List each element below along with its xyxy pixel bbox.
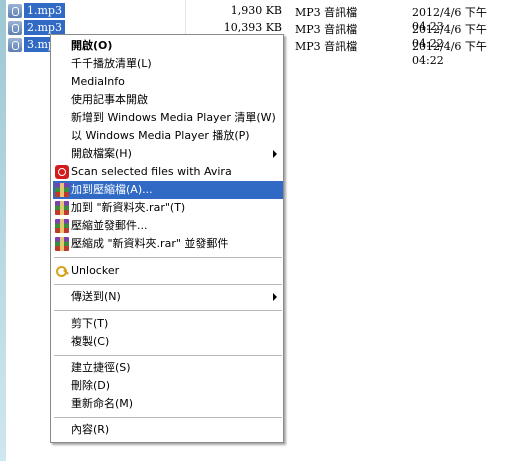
menu-separator <box>54 284 282 285</box>
menu-item-cut[interactable]: 剪下(T) <box>53 315 283 333</box>
menu-separator <box>54 310 282 311</box>
menu-separator <box>54 417 282 418</box>
avira-icon <box>55 165 69 179</box>
menu-separator <box>54 355 282 356</box>
audio-file-icon <box>8 21 22 35</box>
menu-item-compress-rar-email[interactable]: 壓縮成 "新資料夾.rar" 並發郵件 <box>53 235 283 253</box>
menu-item-create-shortcut[interactable]: 建立捷徑(S) <box>53 359 283 377</box>
file-size: 1,930 KB <box>230 4 282 17</box>
menu-item-copy[interactable]: 複製(C) <box>53 333 283 351</box>
sidebar-edge <box>0 0 6 461</box>
file-date: 2012/4/6 下午 04:22 <box>412 40 487 67</box>
file-name[interactable]: 2.mp3 <box>24 20 65 35</box>
submenu-arrow-icon <box>273 293 277 301</box>
menu-item-wmp-add[interactable]: 新增到 Windows Media Player 清單(W) <box>53 109 283 127</box>
file-type: MP3 音訊檔 <box>295 23 358 36</box>
context-menu: 開啟(O) 千千播放清單(L) MediaInfo 使用記事本開啟 新增到 Wi… <box>50 34 284 443</box>
menu-item-open[interactable]: 開啟(O) <box>53 37 283 55</box>
menu-separator <box>54 257 282 258</box>
winrar-icon <box>55 219 69 233</box>
menu-item-add-archive[interactable]: 加到壓縮檔(A)... <box>53 181 283 199</box>
winrar-icon <box>55 201 69 215</box>
menu-item-avira[interactable]: Scan selected files with Avira <box>53 163 283 181</box>
menu-item-notepad[interactable]: 使用記事本開啟 <box>53 91 283 109</box>
menu-item-mediainfo[interactable]: MediaInfo <box>53 73 283 91</box>
menu-item-properties[interactable]: 內容(R) <box>53 421 283 439</box>
file-row[interactable]: 1.mp3 1,930 KB MP3 音訊檔 2012/4/6 下午 04:23 <box>8 3 509 33</box>
winrar-icon <box>55 237 69 251</box>
unlocker-wand-icon <box>55 264 69 278</box>
audio-file-icon <box>8 4 22 18</box>
audio-file-icon <box>8 38 22 52</box>
submenu-arrow-icon <box>273 150 277 158</box>
menu-item-compress-email[interactable]: 壓縮並發郵件... <box>53 217 283 235</box>
file-name[interactable]: 1.mp3 <box>24 3 65 18</box>
menu-item-add-rar[interactable]: 加到 "新資料夾.rar"(T) <box>53 199 283 217</box>
menu-item-add-playlist[interactable]: 千千播放清單(L) <box>53 55 283 73</box>
menu-item-delete[interactable]: 刪除(D) <box>53 377 283 395</box>
menu-item-wmp-play[interactable]: 以 Windows Media Player 播放(P) <box>53 127 283 145</box>
file-type: MP3 音訊檔 <box>295 40 358 53</box>
winrar-icon <box>55 183 69 197</box>
file-size: 10,393 KB <box>223 21 282 34</box>
menu-item-unlocker[interactable]: Unlocker <box>53 262 283 280</box>
menu-item-send-to[interactable]: 傳送到(N) <box>53 288 283 306</box>
menu-item-open-with[interactable]: 開啟檔案(H) <box>53 145 283 163</box>
file-type: MP3 音訊檔 <box>295 6 358 19</box>
menu-item-rename[interactable]: 重新命名(M) <box>53 395 283 413</box>
